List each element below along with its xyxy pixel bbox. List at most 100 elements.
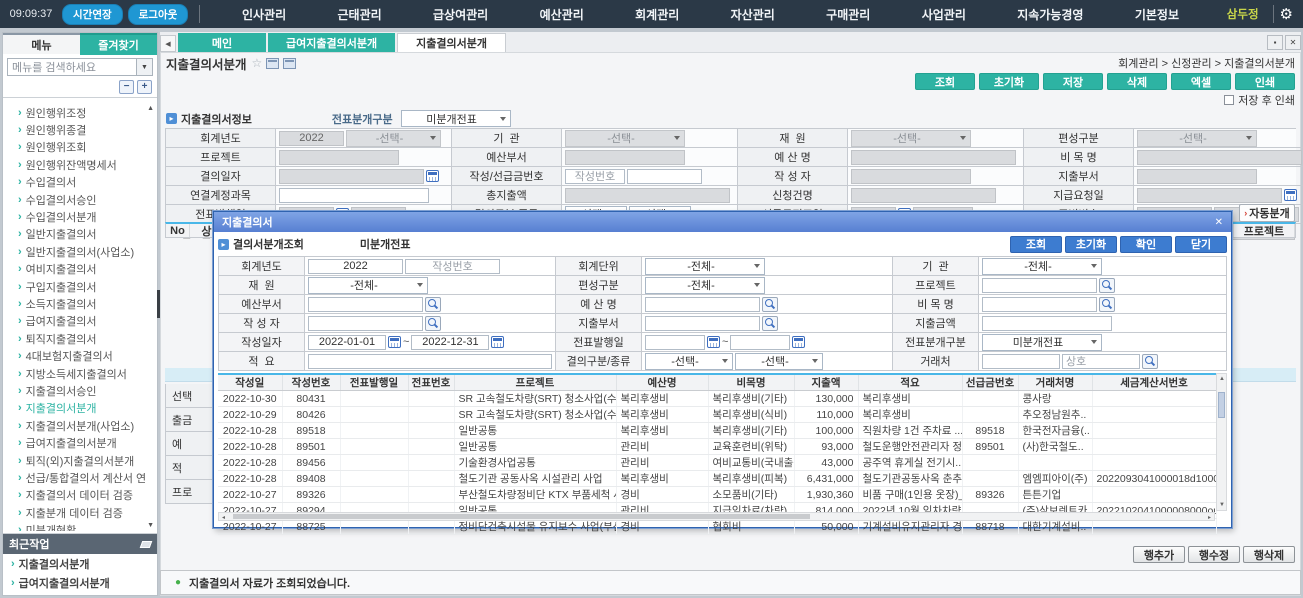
toolbar-button[interactable]: 초기화 [979,73,1039,90]
menu-tree-item[interactable]: 지출결의서분개(사업소) [3,417,157,434]
m-writer-field[interactable] [308,316,423,331]
project-field[interactable] [279,150,399,165]
logout-button[interactable]: 로그아웃 [128,4,189,25]
tab-close-icon[interactable] [1285,35,1301,50]
search-icon[interactable] [1099,297,1115,312]
global-nav-item[interactable]: 회계관리 [635,6,679,23]
search-dropdown-icon[interactable] [137,58,153,76]
global-nav-item[interactable]: 인사관리 [242,6,286,23]
menu-tree-item[interactable]: 4대보험지출결의서 [3,347,157,364]
table-header-cell[interactable]: 선급금번호 [962,374,1018,391]
modal-action-button[interactable]: 닫기 [1175,236,1227,253]
write-no-field[interactable]: 작성번호 [565,169,625,184]
collapse-all-button[interactable]: − [119,80,134,94]
calendar-icon[interactable] [388,336,401,348]
gear-icon[interactable] [1280,5,1293,23]
extend-session-button[interactable]: 시간연장 [62,4,123,25]
sidebar-tab-favorites[interactable]: 즐겨찾기 [80,33,157,55]
m-amount-field[interactable] [982,316,1112,331]
table-row[interactable]: 2022-10-2980426 SR 고속철도차량(SRT) 청소사업(수도권)… [218,407,1216,423]
m-vendor-name-field[interactable]: 상호 [1062,354,1140,369]
toolbar-button[interactable]: 인쇄 [1235,73,1295,90]
menu-tree-item[interactable]: 지출결의서분개 [3,400,157,417]
scroll-up-icon[interactable] [1219,376,1225,382]
table-header-cell[interactable]: 전표번호 [408,374,454,391]
menu-tree-item[interactable]: 구입지출결의서 [3,278,157,295]
doc-tab[interactable]: 메인 [178,33,266,52]
calendar-icon[interactable] [707,336,720,348]
modal-action-button[interactable]: 초기화 [1065,236,1117,253]
global-nav-item[interactable]: 예산관리 [540,6,584,23]
table-header-cell[interactable]: 거래처명 [1018,374,1092,391]
scroll-down-icon[interactable] [1219,502,1225,508]
close-icon[interactable] [1215,217,1223,228]
horizontal-scrollbar[interactable] [218,512,1215,521]
menu-tree-item[interactable]: 선급/통합결의서 계산서 연 [3,469,157,486]
menu-tree-item[interactable]: 일반지출결의서 [3,226,157,243]
row-action-button[interactable]: 행추가 [1133,546,1185,563]
m-budget-name-field[interactable] [645,297,760,312]
recent-item[interactable]: 지출결의서분개 [3,554,157,573]
global-nav-item[interactable]: 기본정보 [1135,6,1179,23]
calendar-icon[interactable] [491,336,504,348]
menu-tree-item[interactable]: 퇴직지출결의서 [3,330,157,347]
request-title-field[interactable] [851,188,996,203]
fiscal-year-select[interactable]: -선택- [346,130,441,147]
linked-account-field[interactable] [279,188,429,203]
m-remark-field[interactable] [308,354,552,369]
table-header-cell[interactable]: 프로젝트 [454,374,616,391]
m-fund-select[interactable]: -전체- [308,277,428,294]
calendar-icon[interactable] [792,336,805,348]
menu-tree-item[interactable]: 지방소득세지출결의서 [3,365,157,382]
table-header-cell[interactable]: 작성일 [218,374,282,391]
table-row[interactable]: 2022-10-2889456 기술환경사업공통관리비 여비교통비(국내출장)4… [218,455,1216,471]
advance-no-field[interactable] [627,169,702,184]
menu-tree-item[interactable]: 수입결의서 [3,174,157,191]
toolbar-button[interactable]: 저장 [1043,73,1103,90]
menu-tree-item[interactable]: 원인행위조정 [3,104,157,121]
search-icon[interactable] [1099,278,1115,293]
menu-tree-item[interactable]: 지출결의서 데이터 검증 [3,487,157,504]
favorite-star-icon[interactable] [252,56,263,70]
search-icon[interactable] [425,316,441,331]
m-budget-class-select[interactable]: -전체- [645,277,765,294]
menu-tree-item[interactable]: 지출분개 데이터 검증 [3,504,157,521]
menu-tree-item[interactable]: 퇴직(외)지출결의서분개 [3,452,157,469]
doc-tab[interactable]: 지출결의서분개 [397,33,506,52]
tab-scroll-left-icon[interactable] [160,35,176,52]
scroll-up-icon[interactable] [147,105,154,112]
m-date-from-field[interactable]: 2022-01-01 [308,335,386,350]
table-row[interactable]: 2022-10-2789326 부산철도차량정비단 KTX 부품세척 사업경비 … [218,487,1216,503]
global-nav-item[interactable]: 자산관리 [731,6,775,23]
fund-select[interactable]: -선택- [851,130,971,147]
m-budget-dept-field[interactable] [308,297,423,312]
global-nav-item[interactable]: 급상여관리 [433,6,488,23]
global-nav-item[interactable]: 지속가능경영 [1017,6,1083,23]
eraser-icon[interactable] [140,541,153,548]
budget-name-field[interactable] [851,150,1016,165]
item-name-field[interactable] [1137,150,1302,165]
modal-action-button[interactable]: 확인 [1120,236,1172,253]
menu-tree-item[interactable]: 여비지출결의서 [3,261,157,278]
voucher-type-select[interactable]: 미분개전표 [401,110,511,127]
search-icon[interactable] [762,316,778,331]
fiscal-year-field[interactable]: 2022 [279,131,344,146]
table-header-cell[interactable]: 지출액 [794,374,858,391]
table-header-cell[interactable]: 전표발행일 [340,374,408,391]
m-agency-select[interactable]: -전체- [982,258,1102,275]
row-action-button[interactable]: 행삭제 [1243,546,1295,563]
m-date-to-field[interactable]: 2022-12-31 [411,335,489,350]
total-amount-field[interactable] [565,188,730,203]
user-name[interactable]: 삼두정 [1227,6,1259,22]
calendar-icon[interactable] [1284,189,1297,201]
scroll-down-icon[interactable] [147,522,154,529]
decision-date-field[interactable] [279,169,424,184]
menu-tree-item[interactable]: 급여지출결의서분개 [3,434,157,451]
calendar-icon[interactable] [426,170,439,182]
menu-tree-item[interactable]: 수입결의서분개 [3,208,157,225]
vertical-scrollbar[interactable] [1216,373,1227,511]
table-row[interactable]: 2022-10-3080431 SR 고속철도차량(SRT) 청소사업(수도권)… [218,391,1216,407]
menu-tree-item[interactable]: 급여지출결의서 [3,313,157,330]
menu-search-input[interactable]: 메뉴를 검색하세요 [7,58,137,76]
budget-class-select[interactable]: -선택- [1137,130,1257,147]
